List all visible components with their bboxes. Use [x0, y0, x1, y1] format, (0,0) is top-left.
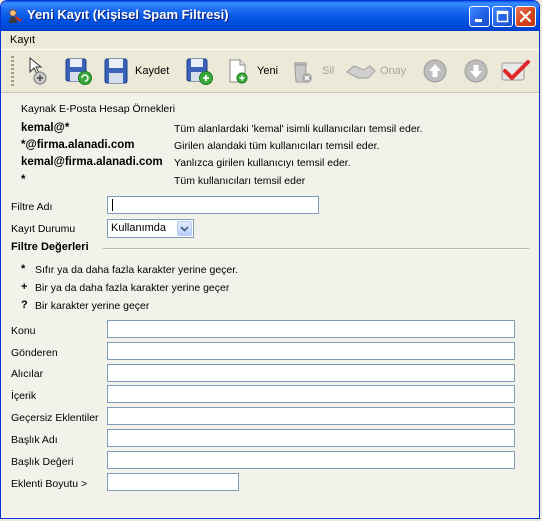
text-caret [112, 199, 113, 211]
save-new-icon[interactable] [184, 55, 214, 87]
example-pattern: *@firma.alanadi.com [21, 139, 135, 151]
gecersiz-eklentiler-input[interactable] [107, 407, 515, 425]
section-divider [103, 248, 529, 250]
save-button-label[interactable]: Kaydet [135, 65, 169, 77]
field-label-gonderen: Gönderen [11, 347, 58, 359]
example-description: Yanlızca girilen kullanıcıyı temsil eder… [174, 157, 351, 169]
example-pattern: kemal@* [21, 122, 70, 134]
checkmark-icon[interactable] [499, 55, 531, 87]
legend-text: Bir karakter yerine geçer [35, 300, 150, 312]
status-select[interactable]: Kullanımda [107, 219, 194, 238]
minimize-button[interactable] [469, 6, 490, 27]
example-description: Tüm kullanıcıları temsil eder [174, 175, 306, 187]
approve-icon[interactable] [344, 55, 378, 87]
arrow-down-icon[interactable] [462, 55, 490, 87]
example-description: Tüm alanlardaki 'kemal' isimli kullanıcı… [174, 123, 423, 135]
legend-text: Sıfır ya da daha fazla karakter yerine g… [35, 264, 239, 276]
delete-button-label[interactable]: Sil [322, 65, 334, 77]
legend-symbol: * [21, 263, 26, 275]
close-icon [519, 10, 532, 23]
field-label-baslik-degeri: Başlık Değeri [11, 456, 74, 468]
window-title: Yeni Kayıt (Kişisel Spam Filtresi) [27, 7, 229, 22]
menu-bar: Kayıt [1, 31, 539, 50]
menu-kayit[interactable]: Kayıt [10, 34, 35, 46]
approve-button-label[interactable]: Onay [380, 65, 406, 77]
trash-icon[interactable] [289, 55, 315, 87]
legend-symbol: ? [21, 299, 28, 311]
close-button[interactable] [515, 6, 536, 27]
example-pattern: * [21, 174, 26, 186]
save-refresh-icon[interactable] [63, 55, 93, 87]
save-icon[interactable] [102, 55, 130, 87]
example-pattern: kemal@firma.alanadi.com [21, 156, 163, 168]
konu-input[interactable] [107, 320, 515, 338]
status-select-value: Kullanımda [111, 222, 167, 234]
toolbar: Kaydet Yeni Sil Onay [1, 50, 539, 93]
form-panel: Kaynak E-Posta Hesap Örnekleri kemal@* T… [1, 93, 539, 518]
chevron-down-icon[interactable] [177, 221, 192, 236]
select-add-icon[interactable] [25, 55, 53, 87]
new-button-label[interactable]: Yeni [257, 65, 278, 77]
new-document-icon[interactable] [225, 55, 251, 87]
minimize-icon [475, 19, 482, 22]
baslik-degeri-input[interactable] [107, 451, 515, 469]
baslik-adi-input[interactable] [107, 429, 515, 447]
field-label-alicilar: Alıcılar [11, 368, 44, 380]
status-label: Kayıt Durumu [11, 223, 76, 235]
maximize-icon [496, 10, 509, 23]
legend-text: Bir ya da daha fazla karakter yerine geç… [35, 282, 230, 294]
field-label-baslik-adi: Başlık Adı [11, 434, 58, 446]
attachment-size-label: Eklenti Boyutu > [11, 478, 88, 490]
gonderen-input[interactable] [107, 342, 515, 360]
alicilar-input[interactable] [107, 364, 515, 382]
attachment-size-input[interactable] [107, 473, 239, 491]
field-label-konu: Konu [11, 325, 36, 337]
app-icon [9, 9, 22, 23]
icerik-input[interactable] [107, 385, 515, 403]
legend-symbol: + [21, 281, 28, 293]
filter-name-label: Filtre Adı [11, 201, 53, 213]
maximize-button[interactable] [492, 6, 513, 27]
filter-name-input[interactable] [107, 196, 319, 214]
title-bar[interactable]: Yeni Kayıt (Kişisel Spam Filtresi) [1, 1, 539, 31]
examples-heading: Kaynak E-Posta Hesap Örnekleri [21, 103, 176, 115]
window: Yeni Kayıt (Kişisel Spam Filtresi) Kayıt [0, 0, 540, 519]
example-description: Girilen alandaki tüm kullanıcıları temsi… [174, 140, 380, 152]
toolbar-grip[interactable] [11, 56, 14, 86]
field-label-gecersiz-eklentiler: Geçersiz Eklentiler [11, 412, 99, 424]
arrow-up-icon[interactable] [421, 55, 449, 87]
field-label-icerik: İçerik [11, 390, 37, 402]
filter-values-heading: Filtre Değerleri [11, 241, 89, 253]
